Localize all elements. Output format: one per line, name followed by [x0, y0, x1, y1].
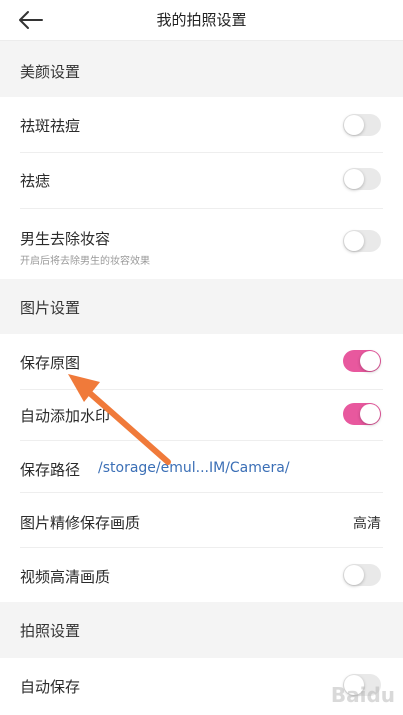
annotation-arrow-icon — [68, 374, 171, 465]
baidu-watermark-logo: Baidu — [330, 683, 395, 707]
